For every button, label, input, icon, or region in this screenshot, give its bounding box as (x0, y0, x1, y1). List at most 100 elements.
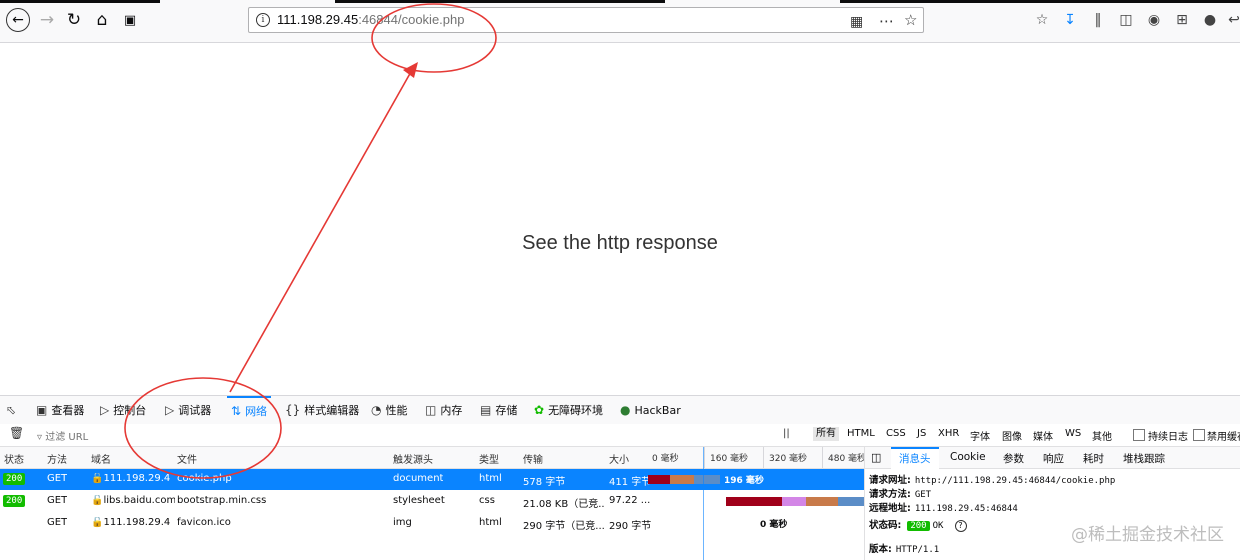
trash-icon[interactable]: 🗑 (9, 426, 24, 440)
version-label: 版本: (869, 544, 892, 555)
request-type: css (479, 495, 495, 506)
star-list-icon[interactable]: ☆ (1033, 11, 1051, 29)
tab-hackbar[interactable]: ● HackBar (620, 396, 681, 424)
help-icon[interactable]: ? (954, 520, 967, 532)
filter-media[interactable]: 媒体 (1033, 428, 1053, 443)
timing-total: 0 毫秒 (760, 520, 788, 530)
request-size: 97.22 ... (609, 495, 651, 506)
status-text: OK (932, 521, 944, 531)
filter-xhr[interactable]: XHR (938, 428, 959, 439)
home-button[interactable]: ⌂ (91, 9, 113, 31)
forward-button[interactable]: → (36, 9, 58, 31)
col-domain[interactable]: 域名 (91, 451, 111, 466)
timeline-480: 480 毫秒 (828, 454, 867, 464)
request-size: 411 字节 (609, 477, 652, 488)
pause-button[interactable]: || (783, 428, 790, 439)
request-cause: img (393, 517, 412, 528)
screenshot-button[interactable]: ▣ (119, 9, 141, 31)
timing-bar-wait (838, 497, 864, 506)
memory-icon: ◫ (425, 403, 437, 417)
domain-text: 111.198.29.4... (103, 517, 171, 528)
tab-label: 存储 (495, 404, 518, 417)
reload-button[interactable]: ↻ (63, 9, 85, 31)
timing-bar-wait (694, 475, 720, 484)
request-method: GET (47, 473, 68, 484)
page-message: See the http response (522, 232, 718, 254)
col-cause[interactable]: 触发源头 (393, 451, 433, 466)
tab-headers[interactable]: 消息头 (891, 447, 939, 469)
tab-label: 网络 (245, 405, 268, 418)
timing-bar-connect (670, 475, 694, 484)
tab-storage[interactable]: ▤ 存储 (480, 396, 517, 424)
tab-params[interactable]: 参数 (1003, 451, 1024, 466)
toggle-panel-icon[interactable]: ◫ (871, 451, 881, 464)
library-icon[interactable]: ‖ (1089, 11, 1107, 29)
pick-element-button[interactable]: ⬁ (6, 396, 20, 424)
filter-fonts[interactable]: 字体 (970, 428, 990, 443)
crop-icon[interactable]: ⊞ (1173, 11, 1191, 29)
filter-all[interactable]: 所有 (813, 427, 839, 441)
request-method-label: 请求方法: (869, 489, 911, 500)
table-row[interactable]: 200 GET 🔓111.198.29.4... cookie.php docu… (0, 469, 864, 490)
request-cause: stylesheet (393, 495, 445, 506)
accessibility-icon: ✿ (534, 403, 545, 417)
filter-images[interactable]: 图像 (1002, 428, 1022, 443)
col-status[interactable]: 状态 (4, 451, 24, 466)
domain-text: 111.198.29.4... (103, 473, 171, 484)
request-domain: 🔓111.198.29.4... (91, 517, 171, 528)
tab-timings[interactable]: 耗时 (1083, 451, 1104, 466)
request-method-row: 请求方法: GET (869, 486, 931, 500)
tab-label: 控制台 (113, 404, 147, 417)
filter-css[interactable]: CSS (886, 428, 906, 439)
request-table-header: 状态 方法 域名 文件 触发源头 类型 传输 大小 0 毫秒 160 毫秒 32… (0, 447, 867, 469)
request-url-row: 请求网址: http://111.198.29.45:46844/cookie.p… (869, 472, 1115, 486)
request-cause: document (393, 473, 444, 484)
qr-code-icon[interactable]: ▦ (850, 14, 863, 30)
bookmark-star-icon[interactable]: ☆ (904, 11, 917, 29)
filter-other[interactable]: 其他 (1092, 428, 1112, 443)
watermark: @稀土掘金技术社区 (1071, 525, 1224, 545)
tab-stack-trace[interactable]: 堆栈跟踪 (1123, 451, 1165, 466)
back-button[interactable]: ← (6, 8, 30, 32)
filter-ws[interactable]: WS (1065, 428, 1081, 439)
timing-bar-blocked (726, 497, 782, 506)
tab-label: 样式编辑器 (304, 404, 360, 417)
request-type: html (479, 473, 502, 484)
tab-performance[interactable]: ◔ 性能 (371, 396, 407, 424)
request-transferred: 578 字节 (523, 477, 566, 488)
url-text[interactable]: 111.198.29.45:46844/cookie.php (277, 12, 464, 27)
tab-debugger[interactable]: ▷ 调试器 (165, 396, 211, 424)
extension-icon[interactable]: ↩ (1225, 11, 1240, 29)
filter-url-input[interactable]: ▿ 过滤 URL (37, 428, 88, 443)
disable-cache-checkbox[interactable] (1193, 429, 1205, 441)
col-file[interactable]: 文件 (177, 451, 197, 466)
request-domain: 🔓111.198.29.4... (91, 473, 171, 484)
chat-icon[interactable]: ● (1201, 11, 1219, 29)
account-icon[interactable]: ◉ (1145, 11, 1163, 29)
status-badge: 200 (3, 473, 26, 485)
col-method[interactable]: 方法 (47, 451, 67, 466)
sidebar-icon[interactable]: ◫ (1117, 11, 1135, 29)
table-row[interactable]: 200 GET 🔓libs.baidu.com bootstrap.min.cs… (0, 491, 864, 512)
request-file: cookie.php (177, 473, 232, 484)
info-icon[interactable]: i (256, 13, 270, 27)
col-transferred[interactable]: 传输 (523, 451, 543, 466)
request-method: GET (47, 517, 68, 528)
tab-cookie[interactable]: Cookie (950, 451, 986, 463)
tab-style-editor[interactable]: {} 样式编辑器 (285, 396, 359, 424)
table-row[interactable]: GET 🔓111.198.29.4... favicon.ico img htm… (0, 513, 864, 534)
url-bar[interactable]: i 111.198.29.45:46844/cookie.php ▦ ⋯ ☆ (248, 7, 924, 33)
filter-html[interactable]: HTML (847, 428, 875, 439)
more-icon[interactable]: ⋯ (879, 12, 894, 30)
tab-console[interactable]: ▷ 控制台 (100, 396, 146, 424)
tab-accessibility[interactable]: ✿ 无障碍环境 (534, 396, 603, 424)
persist-log-checkbox[interactable] (1133, 429, 1145, 441)
tab-network[interactable]: ⇅ 网络 (227, 396, 272, 424)
tab-inspector[interactable]: ▣ 查看器 (36, 396, 84, 424)
col-size[interactable]: 大小 (609, 451, 629, 466)
tab-memory[interactable]: ◫ 内存 (425, 396, 462, 424)
col-type[interactable]: 类型 (479, 451, 499, 466)
tab-response[interactable]: 响应 (1043, 451, 1064, 466)
download-icon[interactable]: ↧ (1061, 11, 1079, 29)
filter-js[interactable]: JS (917, 428, 926, 439)
